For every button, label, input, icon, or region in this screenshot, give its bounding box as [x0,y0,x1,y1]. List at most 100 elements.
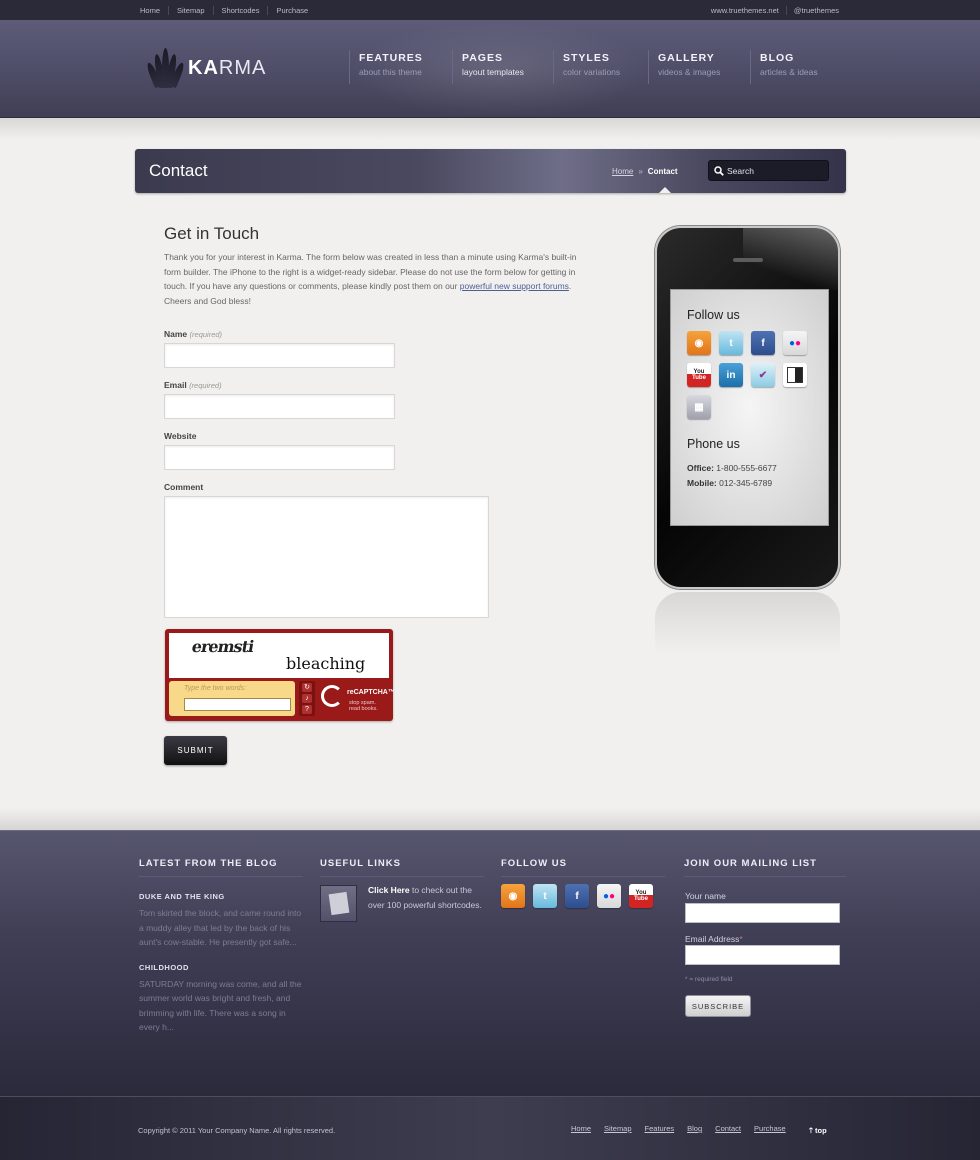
twitter-icon[interactable]: t [533,884,557,908]
facebook-icon[interactable]: f [751,331,775,355]
email-label-text: Email [164,380,187,390]
refresh-icon[interactable]: ↻ [302,683,312,692]
flickr-icon[interactable]: ● ● [597,884,621,908]
bottom-link-blog[interactable]: Blog [687,1124,702,1133]
youtube-icon[interactable]: You Tube [687,363,711,387]
title-bar-notch [659,187,671,193]
phone-us-title: Phone us [687,437,740,451]
utility-link-website[interactable]: www.truethemes.net [711,6,787,15]
required-note: (required) [189,381,222,390]
recaptcha-brand: reCAPTCHA™ [347,689,395,696]
linkedin-icon[interactable]: in [719,363,743,387]
click-here-link[interactable]: Click Here [368,885,410,895]
recaptcha-tagline-2: read books. [349,706,378,712]
utility-link-sitemap[interactable]: Sitemap [168,6,213,15]
captcha-hint: Type the two words: [184,685,247,692]
audio-icon[interactable]: ♪ [302,694,312,703]
copyright: Copyright © 2011 Your Company Name. All … [138,1126,336,1135]
nav-item-blog[interactable]: BLOG articles & ideas [750,50,830,84]
subscribe-button[interactable]: SUBSCRIBE [685,995,751,1017]
breadcrumb-separator: » [638,167,643,176]
breadcrumb-current: Contact [647,167,678,176]
youtube-icon[interactable]: You Tube [629,884,653,908]
bottom-link-purchase[interactable]: Purchase [754,1124,786,1133]
email-label: Email (required) [164,380,222,390]
captcha-response-box: Type the two words: [169,681,295,716]
logo-text-rest: RMA [218,56,267,79]
help-icon[interactable]: ? [302,705,312,714]
nav-item-pages[interactable]: PAGES layout templates [452,50,553,84]
recaptcha-ring-icon [321,685,343,707]
email-address-text: Email Address [685,934,740,944]
lotus-icon [145,48,186,89]
blog-post-excerpt: Tom skirted the block, and came round in… [139,908,302,947]
utility-link-purchase[interactable]: Purchase [267,6,316,15]
utility-link-twitter[interactable]: @truethemes [787,6,839,15]
social-icons: ◉ t f ● ● You Tube in ✔ ▦ [687,331,807,419]
site-header: KARMA FEATURES about this theme PAGES la… [0,20,980,118]
nav-item-features[interactable]: FEATURES about this theme [349,50,452,84]
shortcodes-thumbnail-icon[interactable] [320,885,357,922]
blog-post-title[interactable]: DUKE AND THE KING [139,892,305,901]
mobile-label: Mobile: [687,478,717,488]
breadcrumb-home-link[interactable]: Home [612,167,633,176]
name-field[interactable] [164,343,395,368]
your-name-label: Your name [685,891,726,901]
mailing-email-field[interactable] [685,945,840,965]
captcha-input[interactable] [184,698,291,711]
comment-field[interactable] [164,496,489,618]
page-title-bar: Contact Home » Contact [135,149,846,193]
intro: Get in Touch Thank you for your interest… [164,224,589,308]
section-heading: Get in Touch [164,224,260,243]
support-forums-link[interactable]: powerful new support forums [460,281,569,291]
rss-icon[interactable]: ◉ [501,884,525,908]
follow-us-title: Follow us [687,308,740,322]
mobile-line: Mobile: 012-345-6789 [687,476,777,491]
footer-blog-title: LATEST FROM THE BLOG [139,858,303,877]
delicious-icon[interactable] [783,363,807,387]
nav-title: GALLERY [658,52,715,64]
submit-button[interactable]: SUBMIT [164,736,227,765]
logo[interactable]: KARMA [145,48,267,89]
utility-right-links: www.truethemes.net @truethemes [711,6,839,15]
phone-info: Office: 1-800-555-6677 Mobile: 012-345-6… [687,461,777,491]
nav-subtitle: articles & ideas [760,67,818,77]
blog-post-excerpt: SATURDAY morning was come, and all the s… [139,978,302,1033]
footer-mailing-title: JOIN OUR MAILING LIST [684,858,846,877]
bottom-link-home[interactable]: Home [571,1124,591,1133]
bottom-link-contact[interactable]: Contact [715,1124,741,1133]
search-input[interactable] [727,164,825,178]
rss-icon[interactable]: ◉ [687,331,711,355]
facebook-icon[interactable]: f [565,884,589,908]
back-to-top-link[interactable]: 🡑 top [809,1125,827,1138]
bottom-link-sitemap[interactable]: Sitemap [604,1124,632,1133]
email-field[interactable] [164,394,395,419]
website-field[interactable] [164,445,395,470]
name-label: Name (required) [164,329,222,339]
blog-post-title[interactable]: CHILDHOOD [139,963,305,972]
flickr-icon[interactable]: ● ● [783,331,807,355]
twitter-icon[interactable]: t [719,331,743,355]
nav-subtitle: color variations [563,67,621,77]
website-label: Website [164,431,197,441]
office-line: Office: 1-800-555-6677 [687,461,777,476]
office-number: 1-800-555-6677 [716,463,777,473]
foursquare-icon[interactable]: ✔ [751,363,775,387]
page-title: Contact [149,161,208,180]
myspace-icon[interactable]: ▦ [687,395,711,419]
site-footer: LATEST FROM THE BLOG DUKE AND THE KING T… [0,830,980,1096]
name-label-text: Name [164,329,188,339]
nav-item-gallery[interactable]: GALLERY videos & images [648,50,750,84]
required-mark: * [739,934,743,944]
utility-link-shortcodes[interactable]: Shortcodes [212,6,268,15]
office-label: Office: [687,463,714,473]
footer-blog-column: LATEST FROM THE BLOG DUKE AND THE KING T… [139,858,305,1035]
logo-text-bold: KA [188,56,219,79]
captcha-image: eremsti bleaching [169,633,389,678]
utility-link-home[interactable]: Home [140,6,168,15]
bottom-link-features[interactable]: Features [645,1124,675,1133]
nav-item-styles[interactable]: STYLES color variations [553,50,648,84]
shortcodes-text: Click Here to check out the over 100 pow… [368,883,483,912]
mailing-name-field[interactable] [685,903,840,923]
top-label: top [814,1126,827,1135]
